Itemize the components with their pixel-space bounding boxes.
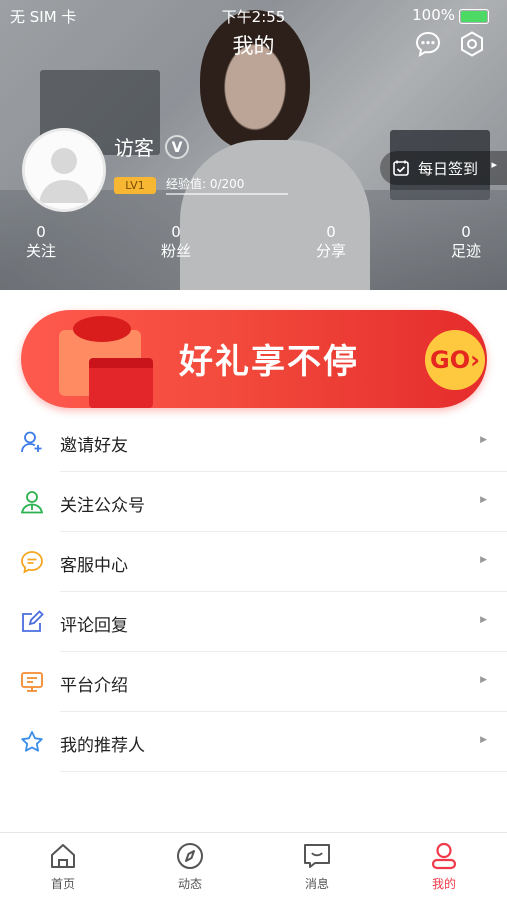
stat-value: 0 xyxy=(461,223,471,241)
tab-messages[interactable]: 消息 xyxy=(267,841,367,892)
chevron-right-icon: ▶ xyxy=(480,735,487,745)
chevron-right-icon: ▶ xyxy=(480,435,487,445)
vip-badge: V xyxy=(165,135,189,159)
home-icon xyxy=(48,841,78,871)
stat-fans[interactable]: 0 粉丝 xyxy=(136,223,216,261)
chevron-right-icon: ▶ xyxy=(480,675,487,685)
stat-footprint[interactable]: 0 足迹 xyxy=(426,223,506,261)
chevron-right-icon: ▶ xyxy=(480,555,487,565)
battery-icon xyxy=(459,9,489,24)
chevron-right-icon: ▸ xyxy=(491,158,497,171)
monitor-icon xyxy=(20,670,44,694)
menu-list: 邀请好友 ▶ 关注公众号 ▶ 客服中心 ▶ 评论回复 ▶ 平台介绍 ▶ 我的推荐… xyxy=(0,412,507,772)
settings-icon[interactable] xyxy=(458,30,486,58)
tab-label: 动态 xyxy=(177,877,202,891)
stat-value: 0 xyxy=(326,223,336,241)
banner-text: 好礼享不停 xyxy=(179,342,359,382)
level-badge: LV1 xyxy=(114,177,156,194)
calendar-check-icon xyxy=(392,159,410,181)
menu-item-label: 关注公众号 xyxy=(60,496,145,516)
stat-value: 0 xyxy=(171,223,181,241)
exp-progress-bar xyxy=(166,193,288,195)
tab-label: 我的 xyxy=(431,877,456,891)
add-user-icon xyxy=(20,430,44,454)
menu-item-customer-service[interactable]: 客服中心 ▶ xyxy=(0,532,507,592)
chevron-right-icon: ▶ xyxy=(480,495,487,505)
account-icon xyxy=(20,490,44,514)
battery-percent: 100% xyxy=(412,6,455,24)
promo-banner[interactable]: 好礼享不停 GO› xyxy=(21,310,487,408)
star-icon xyxy=(20,730,44,754)
menu-item-follow-account[interactable]: 关注公众号 ▶ xyxy=(0,472,507,532)
tab-label: 消息 xyxy=(304,877,329,891)
tab-home[interactable]: 首页 xyxy=(13,841,113,892)
username: 访客 xyxy=(114,136,154,160)
stat-share[interactable]: 0 分享 xyxy=(291,223,371,261)
stat-value: 0 xyxy=(36,223,46,241)
chat-bubble-icon xyxy=(20,550,44,574)
red-envelope-icon xyxy=(89,358,153,408)
status-bar: 无 SIM 卡 下午2:55 100% xyxy=(0,0,507,30)
stat-label: 分享 xyxy=(315,242,346,260)
menu-item-label: 平台介绍 xyxy=(60,676,128,696)
menu-item-platform-intro[interactable]: 平台介绍 ▶ xyxy=(0,652,507,712)
stat-label: 足迹 xyxy=(450,242,481,260)
exp-label: 经验值: 0/200 xyxy=(166,177,245,191)
menu-item-invite-friends[interactable]: 邀请好友 ▶ xyxy=(0,412,507,472)
chevron-right-icon: ▶ xyxy=(480,615,487,625)
stat-follow[interactable]: 0 关注 xyxy=(1,223,81,261)
menu-item-label: 客服中心 xyxy=(60,556,128,576)
edit-icon xyxy=(20,610,44,634)
tab-activity[interactable]: 动态 xyxy=(140,841,240,892)
menu-item-comment-reply[interactable]: 评论回复 ▶ xyxy=(0,592,507,652)
menu-item-my-referrer[interactable]: 我的推荐人 ▶ xyxy=(0,712,507,772)
tab-label: 首页 xyxy=(50,877,75,891)
menu-item-label: 评论回复 xyxy=(60,616,128,636)
gift-bow-icon xyxy=(73,316,131,342)
stat-label: 关注 xyxy=(25,242,56,260)
tab-bar: 首页 动态 消息 我的 xyxy=(0,832,507,901)
menu-item-label: 我的推荐人 xyxy=(60,736,145,756)
sign-in-label: 每日签到 xyxy=(418,160,479,178)
daily-sign-in-button[interactable]: 每日签到 ▸ xyxy=(380,151,507,185)
compass-icon xyxy=(175,841,205,871)
message-icon[interactable] xyxy=(414,30,442,58)
user-icon xyxy=(429,841,459,871)
go-button[interactable]: GO› xyxy=(425,330,485,390)
menu-item-label: 邀请好友 xyxy=(60,436,128,456)
tab-mine[interactable]: 我的 xyxy=(394,841,494,892)
stat-label: 粉丝 xyxy=(160,242,191,260)
message-icon xyxy=(302,841,332,871)
avatar[interactable] xyxy=(22,128,106,212)
